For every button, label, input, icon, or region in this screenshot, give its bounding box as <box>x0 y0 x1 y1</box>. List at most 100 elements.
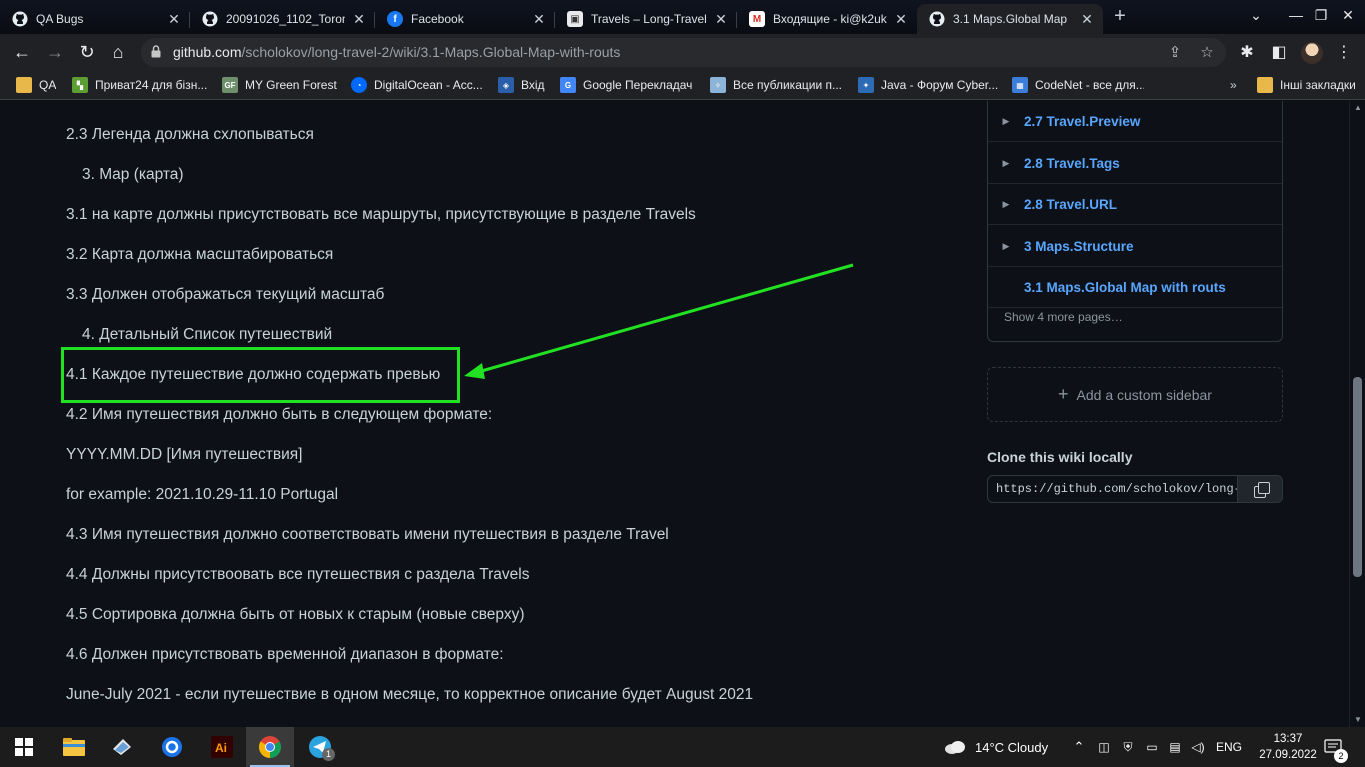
bookmark-label: Java - Форум Cyber... <box>881 78 998 92</box>
new-tab-button[interactable]: + <box>1110 6 1130 28</box>
close-icon[interactable]: ✕ <box>1079 11 1095 28</box>
bookmark-other[interactable]: Інші закладки <box>1257 76 1356 94</box>
volume-icon[interactable]: ◁) <box>1190 727 1206 767</box>
tab-title: Входящие - ki@k2ukr <box>773 12 887 26</box>
caret-right-icon[interactable]: ▶ <box>988 116 1024 127</box>
bookmark-publications[interactable]: ✧ Все публикации п... <box>710 76 848 94</box>
sidebar-item-travel-url[interactable]: ▶ 2.8 Travel.URL <box>988 184 1282 225</box>
back-button[interactable]: ← <box>8 38 36 66</box>
add-custom-sidebar-button[interactable]: + Add a custom sidebar <box>987 367 1283 422</box>
more-bookmarks-button[interactable]: » <box>1230 76 1237 94</box>
menu-icon[interactable]: ⋮ <box>1333 42 1355 64</box>
clone-title: Clone this wiki locally <box>987 449 1133 465</box>
sidebar-link[interactable]: 2.8 Travel.URL <box>1024 197 1117 212</box>
bookmark-qa[interactable]: QA <box>16 76 56 94</box>
show-hidden-icons-icon[interactable]: ⌃ <box>1072 727 1086 767</box>
notifications-icon[interactable]: 2 <box>1324 727 1348 767</box>
close-icon[interactable]: ✕ <box>713 11 729 28</box>
tab-gmail[interactable]: M Входящие - ki@k2ukr ✕ <box>737 4 917 34</box>
page-icon: ▣ <box>567 11 583 27</box>
scroll-up-icon[interactable]: ▲ <box>1350 101 1365 115</box>
bookmark-java-forum[interactable]: ✦ Java - Форум Cyber... <box>858 76 998 94</box>
tab-qa-bugs[interactable]: QA Bugs ✕ <box>0 4 190 34</box>
tab-toron[interactable]: 20091026_1102_Toron ✕ <box>190 4 375 34</box>
bookmarks-bar: QA ▚ Приват24 для бізн... GF MY Green Fo… <box>0 70 1365 100</box>
side-panel-icon[interactable]: ◧ <box>1268 42 1290 64</box>
sidebar-link[interactable]: 2.8 Travel.Tags <box>1024 156 1120 171</box>
highlight-box <box>61 347 460 403</box>
wiki-line: 2.3 Легенда должна схлопываться <box>66 126 314 143</box>
sidebar-link[interactable]: 2.7 Travel.Preview <box>1024 114 1140 129</box>
sidebar-item-travel-preview[interactable]: ▶ 2.7 Travel.Preview <box>988 101 1282 142</box>
battery-icon[interactable]: ▭ <box>1143 727 1161 767</box>
tab-facebook[interactable]: f Facebook ✕ <box>375 4 555 34</box>
tab-title: Travels – Long-Travel <box>591 12 707 26</box>
bookmark-privat24[interactable]: ▚ Приват24 для бізн... <box>72 76 212 94</box>
camera-icon[interactable]: ◫ <box>1096 727 1112 767</box>
scroll-down-icon[interactable]: ▼ <box>1350 713 1365 727</box>
scroll-thumb[interactable] <box>1353 377 1362 577</box>
bookmark-green-forest[interactable]: GF MY Green Forest <box>222 76 340 94</box>
tab-search-icon[interactable]: ⌄ <box>1236 0 1276 30</box>
sidebar-item-travel-tags[interactable]: ▶ 2.8 Travel.Tags <box>988 143 1282 184</box>
file-explorer-icon[interactable] <box>50 727 98 767</box>
bookmark-star-icon[interactable]: ☆ <box>1197 43 1217 63</box>
bookmark-digitalocean[interactable]: ◔ DigitalOcean - Acc... <box>351 76 486 94</box>
close-icon[interactable]: ✕ <box>893 11 909 28</box>
forward-button[interactable]: → <box>41 38 69 66</box>
tab-travels[interactable]: ▣ Travels – Long-Travel ✕ <box>555 4 737 34</box>
language-indicator[interactable]: ENG <box>1216 727 1242 767</box>
wiki-line: 4.5 Сортировка должна быть от новых к ст… <box>66 606 525 623</box>
caret-right-icon[interactable]: ▶ <box>988 199 1024 210</box>
folder-icon <box>1257 77 1273 93</box>
caret-right-icon[interactable]: ▶ <box>988 158 1024 169</box>
share-icon[interactable]: ⇪ <box>1165 43 1185 63</box>
extensions-icon[interactable]: ✱ <box>1236 42 1258 64</box>
sidebar-link[interactable]: 3 Maps.Structure <box>1024 239 1134 254</box>
weather-text: 14°C Cloudy <box>975 739 1049 755</box>
home-button[interactable]: ⌂ <box>104 38 132 66</box>
sidebar-item-maps-global[interactable]: 3.1 Maps.Global Map with routs <box>988 267 1282 308</box>
show-more-pages-button[interactable]: Show 4 more pages… <box>1004 310 1123 324</box>
wiki-line: 4.2 Имя путешествия должно быть в следую… <box>66 406 493 423</box>
chrome-icon[interactable] <box>246 727 294 767</box>
caret-right-icon[interactable]: ▶ <box>988 241 1024 252</box>
bookmark-label: Інші закладки <box>1280 78 1356 92</box>
bookmark-codenet[interactable]: ▦ CodeNet - все для... <box>1012 76 1144 94</box>
reload-button[interactable]: ↻ <box>73 38 101 66</box>
network-icon[interactable]: ▤ <box>1167 727 1183 767</box>
sidebar-item-maps-structure[interactable]: ▶ 3 Maps.Structure <box>988 226 1282 267</box>
profile-avatar[interactable] <box>1301 42 1323 64</box>
sync-app-icon[interactable] <box>148 727 196 767</box>
folder-icon <box>16 77 32 93</box>
wiki-line: YYYY.MM.DD [Имя путешествия] <box>66 446 303 463</box>
weather-widget[interactable]: 14°C Cloudy <box>944 727 1048 767</box>
telegram-icon[interactable]: 1 <box>296 727 344 767</box>
clock-time: 13:37 <box>1273 733 1303 745</box>
close-icon[interactable]: ✕ <box>531 11 547 28</box>
tab-title: QA Bugs <box>36 12 84 26</box>
close-icon[interactable]: ✕ <box>166 11 182 28</box>
bookmark-label: MY Green Forest <box>245 78 337 92</box>
browser-toolbar: ← → ↻ ⌂ github.com/scholokov/long-travel… <box>0 34 1365 70</box>
sidebar-link[interactable]: 3.1 Maps.Global Map with routs <box>1024 280 1226 295</box>
windows-start-icon[interactable] <box>0 727 48 767</box>
cloud-icon <box>945 741 965 754</box>
bookmark-google-translate[interactable]: G Google Перекладач <box>560 76 692 94</box>
scanner-app-icon[interactable] <box>98 727 146 767</box>
wiki-line: 4.3 Имя путешествия должно соответствова… <box>66 526 669 543</box>
security-icon[interactable]: ⛨ <box>1120 727 1136 767</box>
system-clock[interactable]: 13:37 27.09.2022 <box>1258 731 1318 763</box>
illustrator-icon[interactable]: Ai <box>198 727 246 767</box>
address-bar[interactable]: github.com/scholokov/long-travel-2/wiki/… <box>141 38 1226 67</box>
close-window-button[interactable]: ✕ <box>1331 0 1365 30</box>
clone-url-input[interactable]: https://github.com/scholokov/long-travel… <box>987 475 1238 503</box>
bookmark-vhid[interactable]: ◈ Вхід <box>498 76 545 94</box>
facebook-icon: f <box>387 11 403 27</box>
tab-maps-global[interactable]: 3.1 Maps.Global Map ✕ <box>917 4 1103 34</box>
windows-taskbar: Ai 1 14°C Cloudy ⌃ ◫ ⛨ ▭ ▤ ◁) ENG 13:37 … <box>0 727 1365 767</box>
close-icon[interactable]: ✕ <box>351 11 367 28</box>
page-scrollbar[interactable]: ▲ ▼ <box>1349 101 1365 727</box>
copy-icon[interactable] <box>1237 475 1283 503</box>
wiki-line: 4.4 Должны присутствоовать все путешеств… <box>66 566 530 583</box>
